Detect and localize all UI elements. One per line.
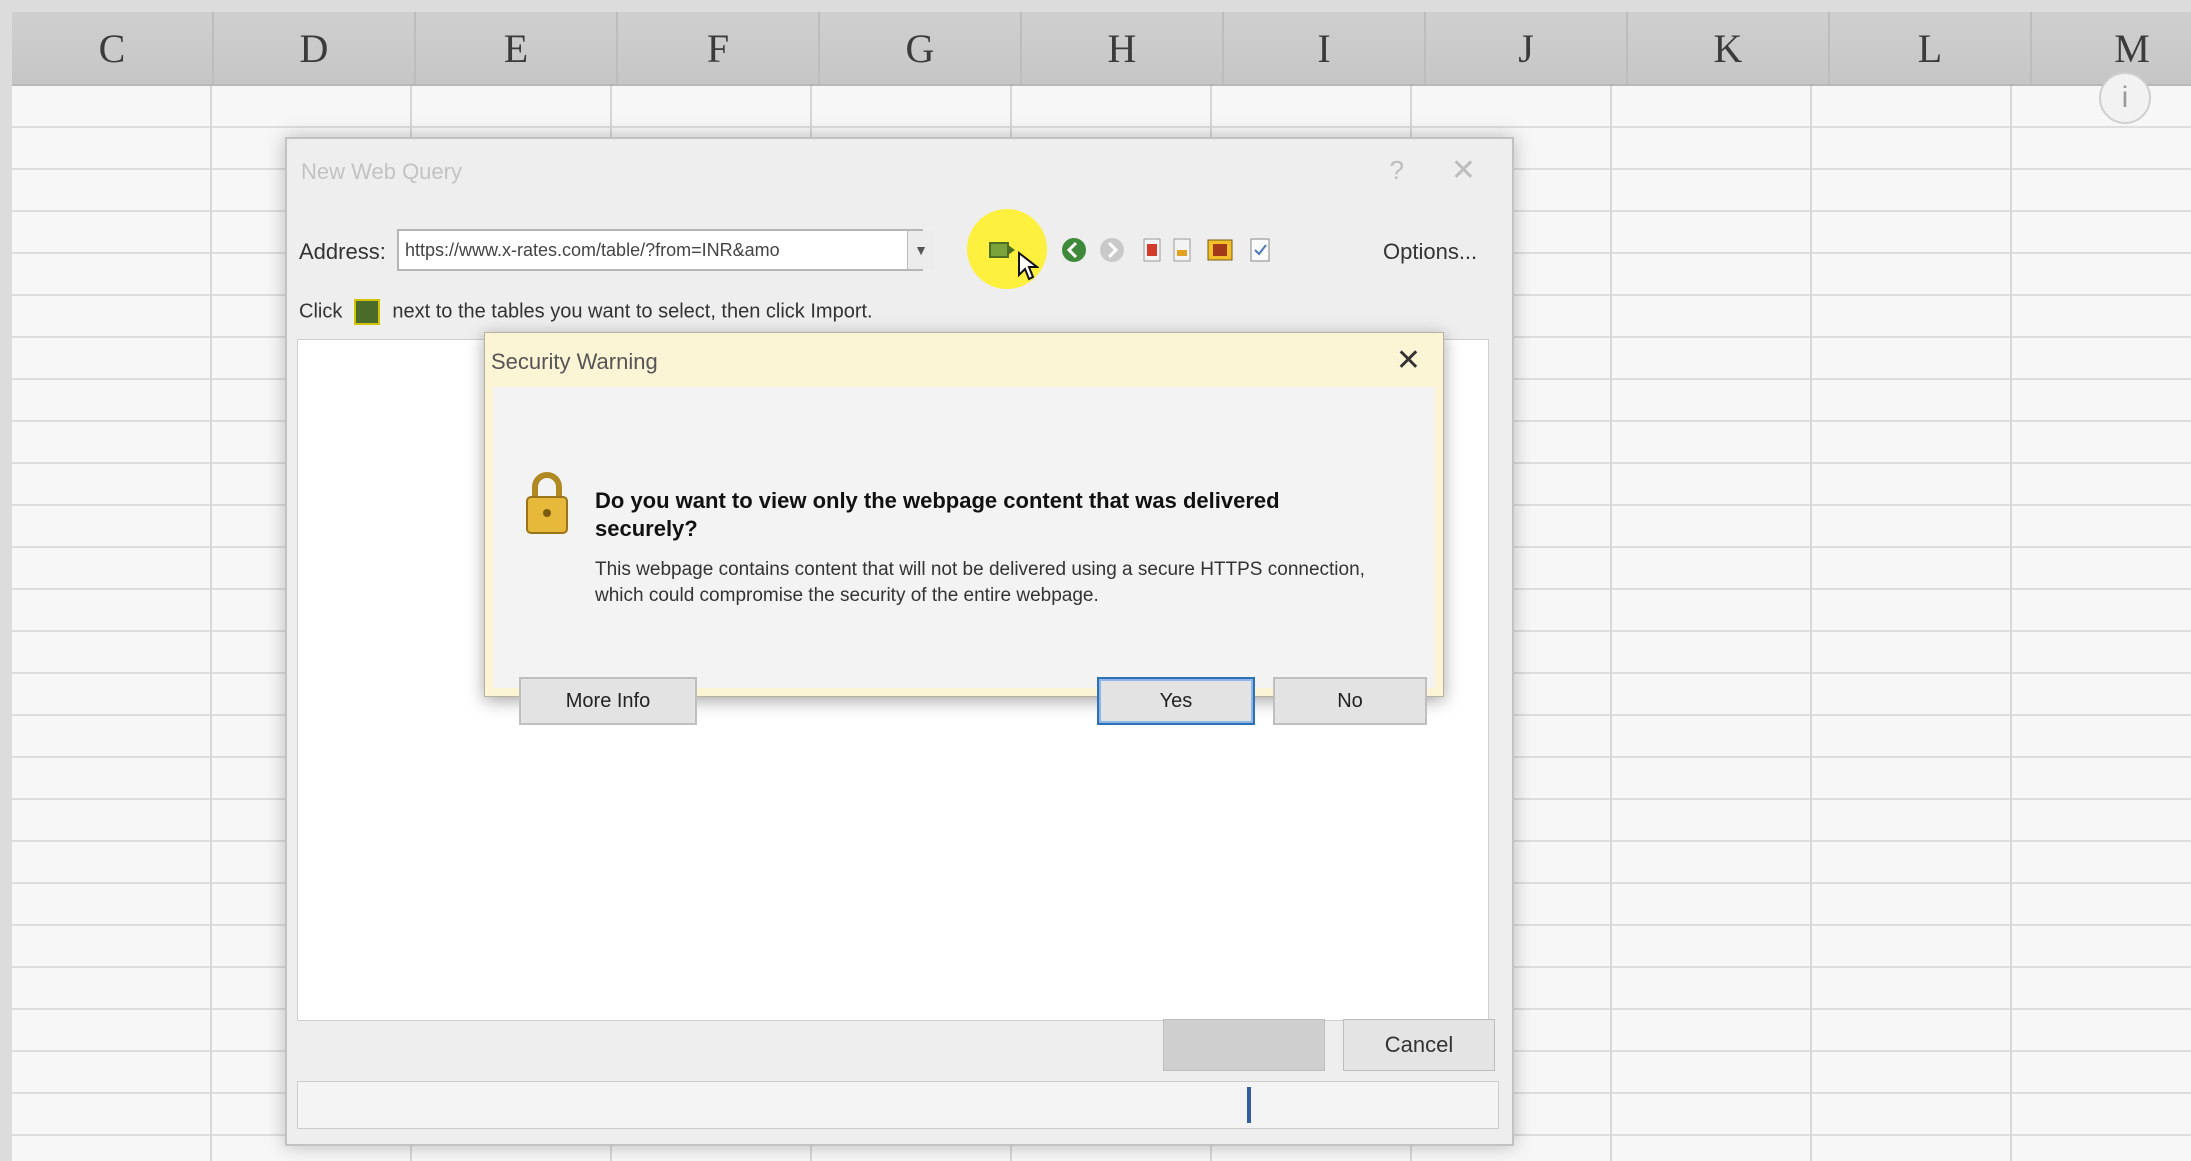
help-button[interactable]: ? bbox=[1390, 155, 1404, 186]
hint-suffix: next to the tables you want to select, t… bbox=[392, 300, 873, 323]
cancel-button[interactable]: Cancel bbox=[1343, 1019, 1495, 1071]
column-header[interactable]: M bbox=[2032, 12, 2191, 84]
close-button[interactable]: ✕ bbox=[1396, 343, 1421, 378]
column-header[interactable]: H bbox=[1022, 12, 1224, 84]
close-button[interactable]: ✕ bbox=[1451, 153, 1476, 188]
import-button[interactable] bbox=[1163, 1019, 1325, 1071]
more-info-button[interactable]: More Info bbox=[519, 677, 697, 725]
status-bar bbox=[297, 1081, 1499, 1129]
refresh-icon bbox=[1173, 238, 1191, 262]
column-header[interactable]: F bbox=[618, 12, 820, 84]
security-warning-dialog: Security Warning ✕ Do you want to view o… bbox=[484, 332, 1444, 725]
chevron-down-icon[interactable]: ▼ bbox=[907, 231, 934, 269]
lock-icon bbox=[526, 472, 568, 534]
hide-icons-button[interactable] bbox=[1205, 235, 1235, 265]
forward-icon bbox=[1100, 238, 1124, 262]
yes-button[interactable]: Yes bbox=[1097, 677, 1255, 725]
column-header[interactable]: J bbox=[1426, 12, 1628, 84]
info-icon[interactable]: i bbox=[2099, 72, 2151, 124]
save-query-icon bbox=[1250, 238, 1270, 262]
refresh-button[interactable] bbox=[1167, 235, 1197, 265]
instruction-text: Click next to the tables you want to sele… bbox=[299, 299, 873, 325]
no-button[interactable]: No bbox=[1273, 677, 1427, 725]
column-header-row: C D E F G H I J K L M bbox=[12, 12, 2191, 86]
mouse-cursor-icon bbox=[1013, 251, 1043, 281]
dialog-title: New Web Query bbox=[301, 159, 462, 184]
options-button[interactable]: Options... bbox=[1383, 239, 1477, 265]
column-header[interactable]: K bbox=[1628, 12, 1830, 84]
warning-body: This webpage contains content that will … bbox=[595, 559, 1365, 606]
hide-icons-icon bbox=[1207, 239, 1233, 261]
hint-prefix: Click bbox=[299, 300, 343, 323]
table-arrow-icon bbox=[354, 299, 381, 325]
address-input[interactable]: https://www.x-rates.com/table/?from=INR&… bbox=[397, 229, 923, 271]
forward-button[interactable] bbox=[1097, 235, 1127, 265]
progress-caret bbox=[1247, 1087, 1251, 1123]
stop-button[interactable] bbox=[1137, 235, 1167, 265]
column-header[interactable]: L bbox=[1830, 12, 2032, 84]
save-query-button[interactable] bbox=[1245, 235, 1275, 265]
dialog-title: Security Warning bbox=[491, 349, 658, 374]
address-label: Address: bbox=[299, 239, 386, 264]
warning-heading: Do you want to view only the webpage con… bbox=[595, 488, 1280, 541]
column-header[interactable]: G bbox=[820, 12, 1022, 84]
column-header[interactable]: C bbox=[12, 12, 214, 84]
dialog-body: Do you want to view only the webpage con… bbox=[493, 387, 1435, 725]
column-header[interactable]: I bbox=[1224, 12, 1426, 84]
column-header[interactable]: D bbox=[214, 12, 416, 84]
back-icon bbox=[1062, 238, 1086, 262]
column-header[interactable]: E bbox=[416, 12, 618, 84]
stop-icon bbox=[1143, 238, 1161, 262]
back-button[interactable] bbox=[1059, 235, 1089, 265]
